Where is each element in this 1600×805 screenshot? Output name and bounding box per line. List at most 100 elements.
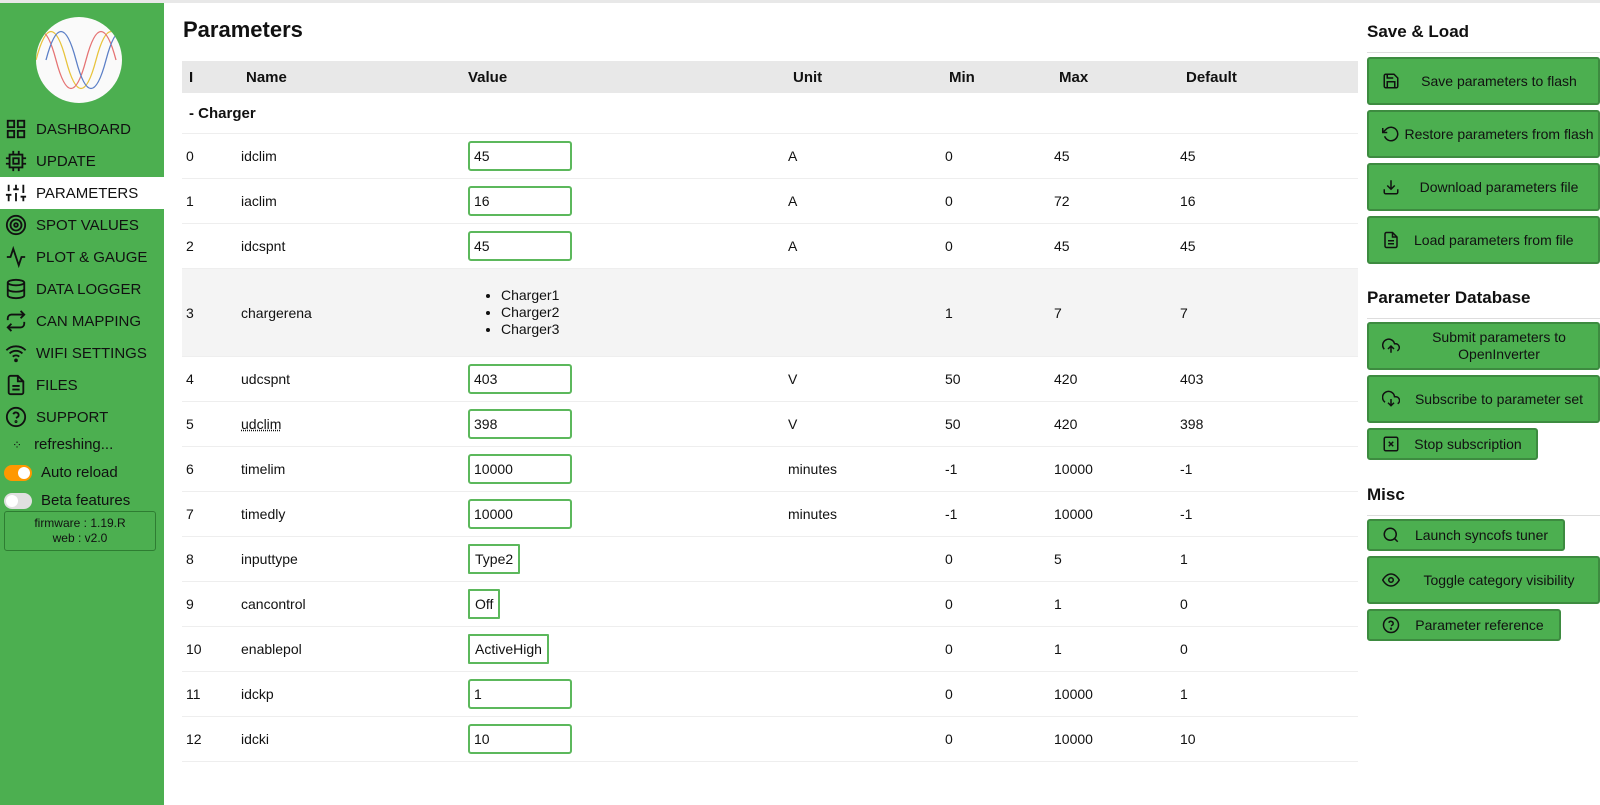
param-index: 11 — [186, 686, 201, 702]
load-parameters-button[interactable]: Load parameters from file — [1367, 216, 1600, 264]
param-default: 398 — [1180, 416, 1204, 432]
nav-item-can-mapping[interactable]: CAN MAPPING — [0, 305, 164, 337]
param-value-cell — [468, 357, 572, 401]
search-icon — [1382, 526, 1400, 544]
restore-from-flash-button[interactable]: Restore parameters from flash — [1367, 110, 1600, 158]
table-row: 7 timedly minutes -1 10000 -1 — [182, 492, 1358, 537]
nav-item-update[interactable]: UPDATE — [0, 145, 164, 177]
category-row-charger[interactable]: - Charger — [182, 93, 1358, 134]
flag-option[interactable]: Charger1 — [501, 287, 559, 304]
param-value-input[interactable] — [468, 409, 572, 439]
param-value-cell: Off — [468, 582, 501, 626]
param-default: 10 — [1180, 731, 1196, 747]
param-max: 10000 — [1054, 686, 1093, 702]
table-row: 6 timelim minutes -1 10000 -1 — [182, 447, 1358, 492]
table-row: 2 idcspnt A 0 45 45 — [182, 224, 1358, 269]
col-header-i: I — [189, 68, 194, 86]
help-icon — [5, 406, 27, 428]
nav-label: DASHBOARD — [36, 120, 132, 138]
col-header-default: Default — [1186, 68, 1237, 86]
nav-item-plot-gauge[interactable]: PLOT & GAUGE — [0, 241, 164, 273]
stop-subscription-button[interactable]: Stop subscription — [1367, 428, 1538, 460]
param-default: -1 — [1180, 506, 1193, 522]
chip-icon — [5, 150, 27, 172]
param-unit: A — [788, 238, 798, 254]
param-index: 10 — [186, 641, 202, 657]
divider — [1367, 515, 1600, 516]
dashboard-icon — [5, 118, 27, 140]
param-max: 7 — [1054, 304, 1062, 321]
param-flag-list: Charger1Charger2Charger3 — [468, 287, 559, 338]
download-parameters-button[interactable]: Download parameters file — [1367, 163, 1600, 211]
param-value-input[interactable] — [468, 141, 572, 171]
param-index: 0 — [186, 148, 194, 164]
button-label: Stop subscription — [1414, 435, 1522, 452]
table-row: 9 cancontrol Off 0 1 0 — [182, 582, 1358, 627]
subscribe-parameter-set-button[interactable]: Subscribe to parameter set — [1367, 375, 1600, 423]
parameter-reference-button[interactable]: Parameter reference — [1367, 609, 1561, 641]
nav-item-parameters[interactable]: PARAMETERS — [0, 177, 164, 209]
col-header-unit: Unit — [793, 68, 823, 86]
top-border — [0, 0, 1600, 3]
param-value-select[interactable]: Type2 — [468, 544, 521, 574]
param-max: 10000 — [1054, 731, 1093, 747]
param-max: 420 — [1054, 416, 1078, 432]
param-min: 0 — [945, 641, 953, 657]
submit-parameters-button[interactable]: Submit parameters to OpenInverter — [1367, 322, 1600, 370]
param-value-input[interactable] — [468, 454, 572, 484]
param-default: 45 — [1180, 238, 1196, 254]
param-value-cell — [468, 672, 572, 716]
nav-item-wifi-settings[interactable]: WIFI SETTINGS — [0, 337, 164, 369]
nav-label: SUPPORT — [36, 408, 109, 426]
param-value-input[interactable] — [468, 499, 572, 529]
table-row: 12 idcki 0 10000 10 — [182, 717, 1358, 762]
param-index: 1 — [186, 193, 194, 209]
section-title-save-load: Save & Load — [1367, 22, 1470, 41]
save-to-flash-button[interactable]: Save parameters to flash — [1367, 57, 1600, 105]
divider — [1367, 52, 1600, 53]
sliders-icon — [5, 182, 27, 204]
nav-item-files[interactable]: FILES — [0, 369, 164, 401]
param-value-input[interactable] — [468, 186, 572, 216]
repeat-icon — [5, 310, 27, 332]
param-min: 0 — [945, 731, 953, 747]
param-default: 1 — [1180, 551, 1188, 567]
save-icon — [1382, 72, 1400, 90]
nav-item-support[interactable]: SUPPORT — [0, 401, 164, 433]
nav-item-data-logger[interactable]: DATA LOGGER — [0, 273, 164, 305]
param-min: 50 — [945, 416, 961, 432]
flag-option[interactable]: Charger2 — [501, 304, 559, 321]
table-row: 4 udcspnt V 50 420 403 — [182, 357, 1358, 402]
param-value-input[interactable] — [468, 679, 572, 709]
database-icon — [5, 278, 27, 300]
param-value-cell: ActiveHigh — [468, 627, 549, 671]
param-unit: V — [788, 371, 798, 387]
parameters-table: I Name Value Unit Min Max Default - Char… — [182, 61, 1358, 762]
table-row: 1 iaclim A 0 72 16 — [182, 179, 1358, 224]
param-value-input[interactable] — [468, 231, 572, 261]
param-value-input[interactable] — [468, 364, 572, 394]
param-value-cell — [468, 717, 572, 761]
param-value-select[interactable]: ActiveHigh — [468, 634, 549, 664]
param-min: -1 — [945, 461, 958, 477]
nav-item-spot-values[interactable]: SPOT VALUES — [0, 209, 164, 241]
nav-item-dashboard[interactable]: DASHBOARD — [0, 113, 164, 145]
flag-option[interactable]: Charger3 — [501, 321, 559, 338]
nav-label: PARAMETERS — [36, 184, 139, 202]
file-icon — [1382, 231, 1400, 249]
nav-label: DATA LOGGER — [36, 280, 142, 298]
beta-features-toggle[interactable] — [4, 492, 32, 509]
launch-syncofs-tuner-button[interactable]: Launch syncofs tuner — [1367, 519, 1565, 551]
param-default: 1 — [1180, 686, 1188, 702]
button-label: Parameter reference — [1415, 616, 1544, 633]
param-name: inputtype — [241, 551, 298, 567]
sidebar: DASHBOARD UPDATE PARAMETERS SPOT VALUES … — [0, 3, 164, 805]
button-label: Restore parameters from flash — [1404, 125, 1594, 142]
help-icon — [1382, 616, 1400, 634]
toggle-category-visibility-button[interactable]: Toggle category visibility — [1367, 556, 1600, 604]
button-label: Submit parameters to OpenInverter — [1432, 329, 1566, 362]
auto-reload-toggle[interactable] — [4, 464, 32, 481]
param-value-select[interactable]: Off — [468, 589, 501, 619]
col-header-value: Value — [468, 68, 508, 86]
param-value-input[interactable] — [468, 724, 572, 754]
